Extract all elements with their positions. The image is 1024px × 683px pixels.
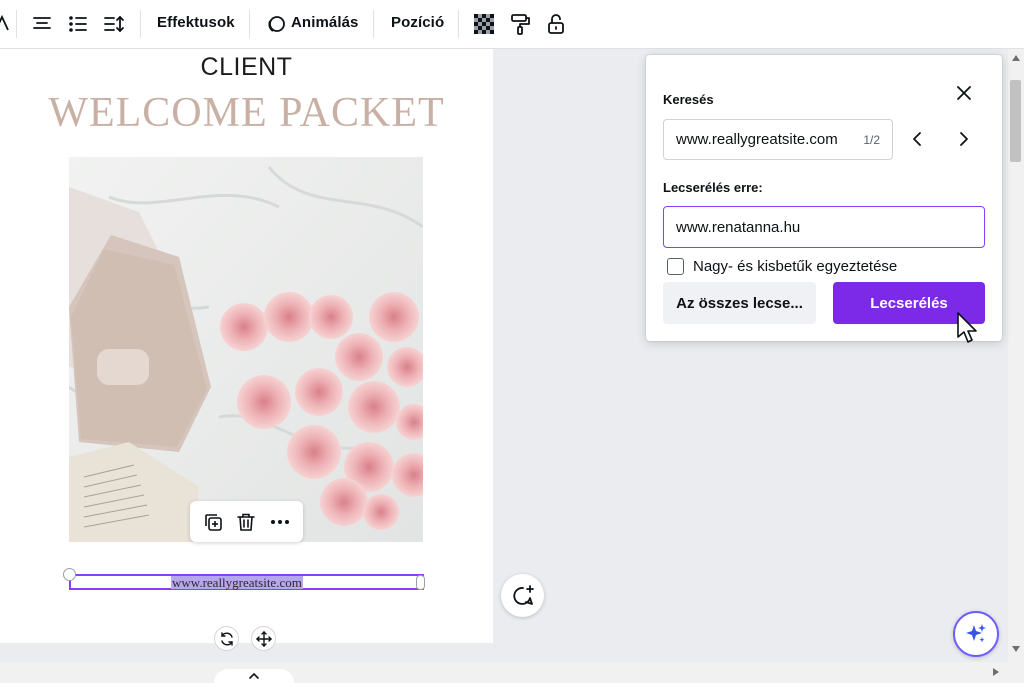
replace-input[interactable]: www.renatanna.hu	[663, 206, 985, 248]
text-size-icon[interactable]	[0, 12, 14, 36]
toolbar-divider	[16, 10, 17, 38]
chevron-left-icon	[913, 132, 921, 146]
element-action-bar	[190, 501, 303, 542]
search-label: Keresés	[663, 92, 714, 107]
search-input[interactable]: www.reallygreatsite.com 1/2	[663, 119, 893, 160]
transparency-icon[interactable]	[472, 12, 496, 36]
animate-icon[interactable]	[264, 12, 288, 36]
welcome-packet-heading[interactable]: WELCOME PACKET	[0, 89, 493, 137]
selected-website-text[interactable]: www.reallygreatsite.com	[171, 576, 303, 589]
vertical-scrollbar-thumb[interactable]	[1010, 80, 1021, 162]
match-case-checkbox[interactable]	[667, 257, 684, 275]
find-replace-panel: Keresés www.reallygreatsite.com 1/2 Lecs…	[646, 55, 1002, 341]
match-case-label: Nagy- és kisbetűk egyeztetése	[693, 257, 898, 275]
flatlay-photo[interactable]	[69, 157, 423, 542]
animate-button[interactable]: Animálás	[291, 14, 359, 31]
search-input-value: www.reallygreatsite.com	[676, 131, 838, 148]
match-count: 1/2	[863, 132, 880, 147]
resize-handle-left[interactable]	[63, 568, 76, 581]
toolbar-divider	[249, 10, 250, 38]
resize-handle-right[interactable]	[416, 575, 425, 590]
replace-label: Lecserélés erre:	[663, 180, 763, 195]
match-case-option[interactable]: Nagy- és kisbetűk egyeztetése	[667, 256, 897, 276]
mouse-pointer-icon	[957, 312, 977, 343]
align-center-icon[interactable]	[30, 12, 54, 36]
magic-sparkle-icon[interactable]	[953, 611, 999, 657]
next-match-button[interactable]	[947, 122, 981, 156]
top-toolbar: Effektusok Animálás Pozíció	[0, 0, 1024, 49]
toolbar-divider	[373, 10, 374, 38]
close-icon[interactable]	[946, 77, 982, 109]
toolbar-divider	[140, 10, 141, 38]
effects-button[interactable]: Effektusok	[157, 14, 235, 31]
rotate-icon[interactable]	[214, 626, 239, 651]
replace-all-button[interactable]: Az összes lecse...	[663, 282, 816, 324]
list-icon[interactable]	[66, 12, 90, 36]
chevron-right-icon	[960, 132, 968, 146]
position-button[interactable]: Pozíció	[391, 14, 444, 31]
more-icon[interactable]	[267, 509, 293, 535]
line-spacing-icon[interactable]	[102, 12, 126, 36]
trash-icon[interactable]	[233, 509, 259, 535]
toolbar-divider	[458, 10, 459, 38]
client-heading[interactable]: CLIENT	[0, 53, 493, 82]
previous-match-button[interactable]	[900, 122, 934, 156]
duplicate-icon[interactable]	[200, 509, 226, 535]
replace-input-value: www.renatanna.hu	[676, 218, 801, 236]
add-comment-icon[interactable]	[501, 574, 544, 617]
move-icon[interactable]	[251, 626, 276, 651]
chevron-up-icon	[249, 673, 259, 679]
expand-pages-button[interactable]	[214, 669, 294, 683]
copy-style-icon[interactable]	[508, 12, 532, 36]
horizontal-scrollbar[interactable]	[0, 662, 1024, 683]
lock-icon[interactable]	[544, 12, 568, 36]
